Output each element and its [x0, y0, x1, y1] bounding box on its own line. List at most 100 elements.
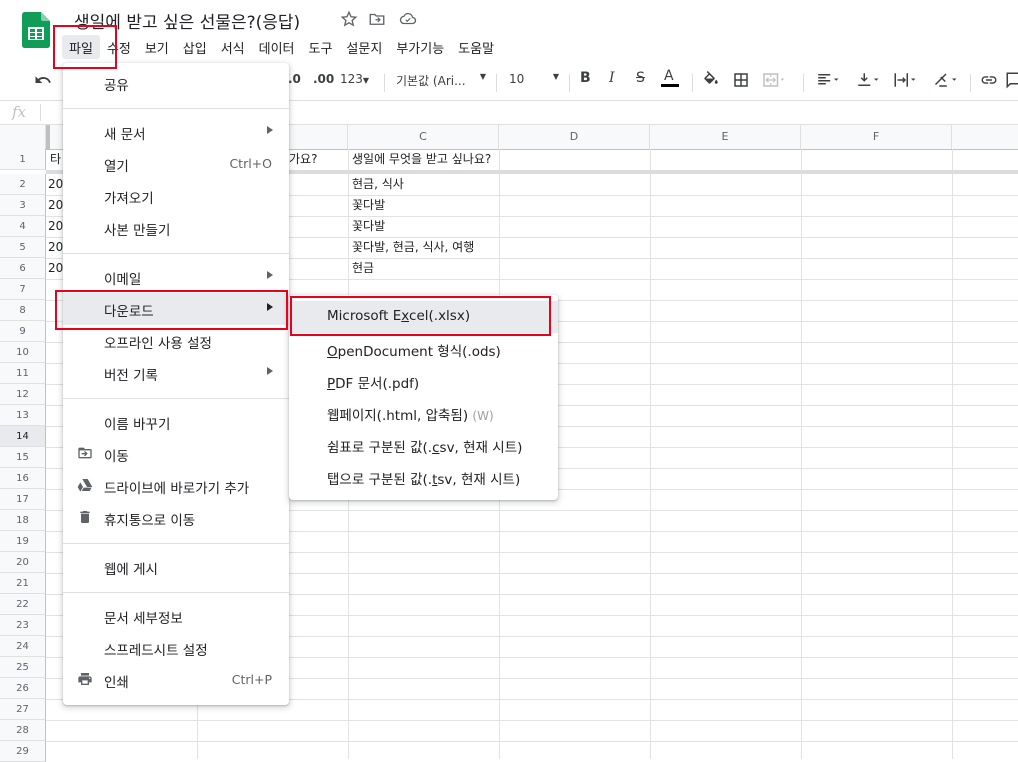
row-header[interactable]: 2	[0, 174, 46, 195]
menu-addons[interactable]: 부가기능	[389, 35, 451, 59]
menu-item-email[interactable]: 이메일	[63, 261, 289, 293]
move-folder-icon[interactable]	[368, 10, 388, 30]
font-family-label: 기본값 (Ari...	[396, 74, 466, 88]
menu-item-move[interactable]: 이동	[63, 438, 289, 470]
menu-format[interactable]: 서식	[214, 35, 252, 59]
row-header[interactable]: 25	[0, 657, 46, 678]
menu-item-settings[interactable]: 스프레드시트 설정	[63, 632, 289, 664]
row-header[interactable]: 7	[0, 279, 46, 300]
menu-item-share[interactable]: 공유	[63, 67, 289, 99]
text-color-button[interactable]: A	[661, 68, 679, 87]
download-csv[interactable]: 쉼표로 구분된 값(.csv, 현재 시트)	[289, 429, 558, 461]
menu-item-add-shortcut[interactable]: 드라이브에 바로가기 추가	[63, 470, 289, 502]
row-header[interactable]: 22	[0, 594, 46, 615]
menu-item-make-copy[interactable]: 사본 만들기	[63, 212, 289, 244]
row-header[interactable]: 26	[0, 678, 46, 699]
italic-button[interactable]: I	[609, 70, 615, 86]
menu-item-new[interactable]: 새 문서	[63, 116, 289, 148]
menu-item-version-history[interactable]: 버전 기록	[63, 357, 289, 389]
bold-button[interactable]: B	[580, 70, 591, 86]
menu-form[interactable]: 설문지	[339, 35, 389, 59]
row-header[interactable]: 20	[0, 552, 46, 573]
column-header-f[interactable]: F	[801, 125, 952, 149]
label-part: 웹페이지(.html, 압축됨)	[327, 408, 469, 424]
cell-a5[interactable]: 20	[48, 237, 63, 258]
star-icon[interactable]	[340, 10, 360, 30]
menu-item-publish[interactable]: 웹에 게시	[63, 551, 289, 583]
menu-item-print[interactable]: 인쇄 Ctrl+P	[63, 664, 289, 696]
menu-tools[interactable]: 도구	[302, 35, 340, 59]
merge-cells-icon[interactable]	[760, 71, 786, 92]
cell-a3[interactable]: 20	[48, 195, 63, 216]
menu-item-trash[interactable]: 휴지통으로 이동	[63, 502, 289, 534]
sheets-logo-icon[interactable]	[22, 12, 50, 48]
select-all-corner[interactable]	[0, 125, 46, 149]
strikethrough-button[interactable]: S	[636, 70, 645, 86]
cell-c5[interactable]: 꽃다발, 현금, 식사, 여행	[352, 237, 474, 258]
horizontal-align-icon[interactable]	[813, 71, 843, 92]
row-header[interactable]: 16	[0, 468, 46, 489]
row-header[interactable]: 18	[0, 510, 46, 531]
column-header-d[interactable]: D	[499, 125, 650, 149]
row-header[interactable]: 19	[0, 531, 46, 552]
font-family-dropdown[interactable]: 기본값 (Ari... ▼	[396, 72, 486, 89]
menu-item-import[interactable]: 가져오기	[63, 180, 289, 212]
text-rotation-icon[interactable]	[930, 71, 962, 92]
row-header[interactable]: 23	[0, 615, 46, 636]
row-header[interactable]: 28	[0, 720, 46, 741]
row-header[interactable]: 8	[0, 300, 46, 321]
download-html[interactable]: 웹페이지(.html, 압축됨) (W)	[289, 397, 558, 429]
menu-item-open[interactable]: 열기 Ctrl+O	[63, 148, 289, 180]
cell-a2[interactable]: 20	[48, 174, 63, 195]
insert-comment-icon[interactable]	[1005, 71, 1018, 92]
column-header-g[interactable]	[952, 125, 1018, 149]
column-header-c[interactable]: C	[348, 125, 499, 149]
cell-a1[interactable]: 타	[50, 149, 61, 170]
cell-b1[interactable]: 가요?	[289, 149, 317, 170]
cell-a6[interactable]: 20	[48, 258, 63, 279]
cloud-status-icon[interactable]	[398, 10, 418, 30]
row-header[interactable]: 13	[0, 405, 46, 426]
menu-item-rename[interactable]: 이름 바꾸기	[63, 406, 289, 438]
undo-icon[interactable]	[34, 71, 52, 92]
menu-help[interactable]: 도움말	[451, 35, 501, 59]
row-header[interactable]: 27	[0, 699, 46, 720]
increase-decimal-button[interactable]: .00	[313, 72, 334, 86]
menu-item-details[interactable]: 문서 세부정보	[63, 600, 289, 632]
borders-icon[interactable]	[732, 71, 750, 92]
download-tsv[interactable]: 탭으로 구분된 값(.tsv, 현재 시트)	[289, 461, 558, 493]
fill-color-icon[interactable]	[702, 71, 720, 92]
cell-a4[interactable]: 20	[48, 216, 63, 237]
row-header[interactable]: 5	[0, 237, 46, 258]
row-header[interactable]: 3	[0, 195, 46, 216]
row-header[interactable]: 17	[0, 489, 46, 510]
row-header[interactable]: 14	[0, 426, 46, 447]
number-format-dropdown[interactable]: 123▼	[340, 72, 369, 86]
row-header[interactable]: 6	[0, 258, 46, 279]
row-header[interactable]: 1	[0, 149, 46, 170]
row-header[interactable]: 9	[0, 321, 46, 342]
cell-c1[interactable]: 생일에 무엇을 받고 싶나요?	[352, 149, 491, 170]
row-header[interactable]: 21	[0, 573, 46, 594]
cell-c4[interactable]: 꽃다발	[352, 216, 385, 237]
download-ods[interactable]: OpenDocument 형식(.ods)	[289, 333, 558, 365]
text-wrapping-icon[interactable]	[890, 71, 920, 92]
menu-data[interactable]: 데이터	[252, 35, 302, 59]
row-header[interactable]: 15	[0, 447, 46, 468]
cell-c6[interactable]: 현금	[352, 258, 374, 279]
insert-link-icon[interactable]	[979, 71, 999, 92]
vertical-align-icon[interactable]	[853, 71, 883, 92]
column-header-e[interactable]: E	[650, 125, 801, 149]
row-header[interactable]: 12	[0, 384, 46, 405]
row-header[interactable]: 24	[0, 636, 46, 657]
cell-c3[interactable]: 꽃다발	[352, 195, 385, 216]
row-header[interactable]: 10	[0, 342, 46, 363]
row-header[interactable]: 11	[0, 363, 46, 384]
menu-insert[interactable]: 삽입	[176, 35, 214, 59]
font-size-dropdown[interactable]: 10 ▼	[509, 72, 559, 86]
download-pdf[interactable]: PDF 문서(.pdf)	[289, 365, 558, 397]
decrease-decimal-button[interactable]: .0	[288, 72, 301, 86]
menu-view[interactable]: 보기	[138, 35, 176, 59]
row-header[interactable]: 4	[0, 216, 46, 237]
cell-c2[interactable]: 현금, 식사	[352, 174, 404, 195]
